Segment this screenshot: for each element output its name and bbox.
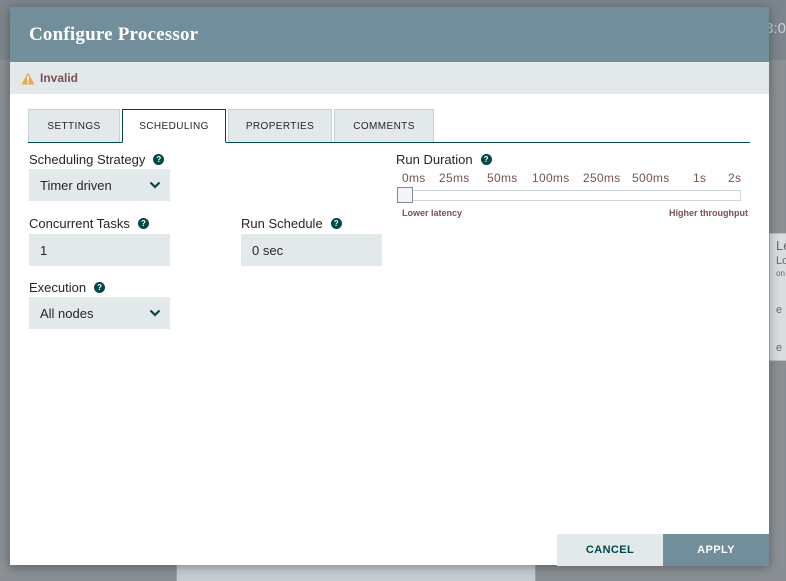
run-schedule-label-text: Run Schedule [241, 216, 323, 231]
help-circle-icon[interactable]: ? [137, 218, 149, 229]
concurrent-tasks-input[interactable]: 1 [29, 234, 170, 266]
run-duration-tick[interactable]: 1s [693, 171, 706, 185]
background-card-text: on [776, 269, 785, 278]
run-duration-slider-handle[interactable] [397, 187, 413, 203]
run-duration-tick[interactable]: 500ms [632, 171, 670, 185]
run-schedule-label: Run Schedule ? [241, 216, 342, 231]
run-duration-tick[interactable]: 25ms [439, 171, 470, 185]
higher-throughput-note: Higher throughput [669, 208, 748, 218]
scheduling-strategy-label: Scheduling Strategy ? [29, 152, 165, 167]
run-duration-tick[interactable]: 100ms [532, 171, 570, 185]
run-duration-tick[interactable]: 250ms [583, 171, 621, 185]
scheduling-strategy-label-text: Scheduling Strategy [29, 152, 146, 167]
help-circle-icon[interactable]: ? [153, 154, 165, 165]
scheduling-strategy-value: Timer driven [40, 177, 112, 193]
run-duration-slider-track[interactable] [397, 190, 741, 201]
tab-comments[interactable]: COMMENTS [334, 109, 434, 142]
background-card-text: Lo [776, 255, 786, 267]
lower-latency-note: Lower latency [402, 208, 463, 218]
background-card: Le Lo on e e [769, 233, 786, 361]
dialog-title: Configure Processor [29, 23, 199, 45]
background-card-text: e [776, 304, 783, 316]
dialog-header: Configure Processor [10, 7, 769, 62]
tab-settings[interactable]: SETTINGS [28, 109, 120, 142]
apply-button[interactable]: APPLY [663, 534, 769, 566]
tab-properties[interactable]: PROPERTIES [228, 109, 332, 142]
run-schedule-input[interactable]: 0 sec [241, 234, 382, 266]
concurrent-tasks-label-text: Concurrent Tasks [29, 216, 130, 231]
run-duration-tick[interactable]: 50ms [487, 171, 518, 185]
execution-label: Execution ? [29, 280, 106, 295]
background-card-text: Le [776, 238, 786, 253]
concurrent-tasks-label: Concurrent Tasks ? [29, 216, 149, 231]
help-circle-icon[interactable]: ? [330, 218, 342, 229]
status-bar: Invalid [10, 62, 769, 94]
run-duration-label: Run Duration ? [396, 152, 492, 167]
tab-scheduling[interactable]: SCHEDULING [122, 109, 226, 143]
run-schedule-value: 0 sec [252, 242, 284, 258]
help-circle-icon[interactable]: ? [94, 282, 106, 293]
scheduling-strategy-select[interactable]: Timer driven [29, 169, 170, 201]
run-duration-tick[interactable]: 0ms [402, 171, 426, 185]
chevron-down-icon [149, 181, 161, 189]
tab-bar: SETTINGS SCHEDULING PROPERTIES COMMENTS [28, 109, 750, 143]
execution-label-text: Execution [29, 280, 87, 295]
validation-status: Invalid [40, 71, 79, 85]
run-duration-tick[interactable]: 2s [728, 171, 741, 185]
run-duration-label-text: Run Duration [396, 152, 473, 167]
chevron-down-icon [149, 309, 161, 317]
cancel-button[interactable]: CANCEL [557, 534, 663, 566]
execution-select[interactable]: All nodes [29, 297, 170, 329]
execution-value: All nodes [40, 305, 94, 321]
help-circle-icon[interactable]: ? [480, 154, 492, 165]
background-card-text: e [776, 342, 783, 354]
concurrent-tasks-value: 1 [40, 242, 48, 258]
configure-processor-dialog: Configure Processor Invalid SETTINGS SCH… [10, 7, 769, 566]
warning-triangle-icon [21, 72, 35, 84]
